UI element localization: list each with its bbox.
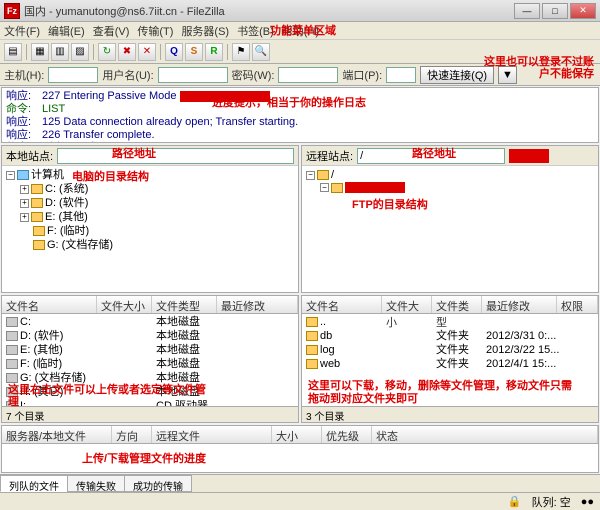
remote-tree-pane: 远程站点: 路径地址 −/ − FTP的目录结构	[301, 145, 599, 293]
local-file-list[interactable]: C:本地磁盘 D: (软件)本地磁盘 E: (其他)本地磁盘 F: (临时)本地…	[2, 314, 298, 406]
remote-tree[interactable]: −/ − FTP的目录结构	[302, 166, 598, 292]
queue-list[interactable]	[2, 444, 598, 472]
pass-input[interactable]	[278, 67, 338, 83]
tool-s[interactable]: S	[185, 43, 203, 61]
anno-rtree: FTP的目录结构	[352, 196, 428, 212]
user-input[interactable]	[158, 67, 228, 83]
tool-toggle-queue[interactable]: ▨	[71, 43, 89, 61]
tab-queued[interactable]: 列队的文件	[0, 475, 68, 492]
menubar: 文件(F) 编辑(E) 查看(V) 传输(T) 服务器(S) 书签(B) 帮助(…	[0, 22, 600, 40]
log-panel: 响应:227 Entering Passive Mode 命令:LIST 响应:…	[1, 87, 599, 143]
remote-path-input[interactable]	[357, 148, 505, 164]
toolbar: ▤ ▦ ▥ ▨ ↻ ✖ ✕ Q S R ⚑ 🔍	[0, 40, 600, 64]
remote-path-label: 远程站点:	[306, 148, 353, 164]
menu-view[interactable]: 查看(V)	[93, 23, 130, 39]
queue-status: 队列: 空	[532, 494, 571, 510]
tool-q[interactable]: Q	[165, 43, 183, 61]
tab-success[interactable]: 成功的传输	[124, 475, 192, 492]
tool-toggle-log[interactable]: ▦	[31, 43, 49, 61]
minimize-button[interactable]: —	[514, 3, 540, 19]
remote-file-pane: 文件名 文件大小 文件类型 最近修改 权限 .. db文件夹2012/3/31 …	[301, 295, 599, 423]
menu-file[interactable]: 文件(F)	[4, 23, 40, 39]
tool-toggle-tree[interactable]: ▥	[51, 43, 69, 61]
local-tree[interactable]: −计算机 +C: (系统) +D: (软件) +E: (其他) F: (临时) …	[2, 166, 298, 292]
tab-failed[interactable]: 传输失败	[67, 475, 125, 492]
quickconnect-dropdown[interactable]: ▼	[498, 66, 517, 84]
close-button[interactable]: ✕	[570, 3, 596, 19]
tool-disconnect[interactable]: ✕	[138, 43, 156, 61]
indicator-icon: ●●	[581, 496, 594, 508]
menu-server[interactable]: 服务器(S)	[181, 23, 229, 39]
col-filename[interactable]: 文件名	[2, 296, 97, 313]
remote-status: 3 个目录	[302, 406, 598, 422]
port-input[interactable]	[386, 67, 416, 83]
app-icon: Fz	[4, 3, 20, 19]
tool-sitemanager[interactable]: ▤	[4, 43, 22, 61]
tool-cancel[interactable]: ✖	[118, 43, 136, 61]
quickconnect-button[interactable]: 快速连接(Q)	[420, 66, 494, 84]
user-label: 用户名(U):	[102, 67, 153, 83]
menu-help[interactable]: 帮助(H)	[282, 23, 319, 39]
col-size[interactable]: 文件大小	[97, 296, 152, 313]
maximize-button[interactable]: □	[542, 3, 568, 19]
menu-transfer[interactable]: 传输(T)	[137, 23, 173, 39]
host-label: 主机(H):	[4, 67, 44, 83]
tool-refresh[interactable]: ↻	[98, 43, 116, 61]
col-mod[interactable]: 最近修改	[217, 296, 298, 313]
menu-edit[interactable]: 编辑(E)	[48, 23, 85, 39]
lock-icon: 🔒	[508, 495, 522, 508]
local-tree-pane: 本地站点: 路径地址 −计算机 +C: (系统) +D: (软件) +E: (其…	[1, 145, 299, 293]
local-status: 7 个目录	[2, 406, 298, 422]
statusbar: 🔒 队列: 空 ●●	[0, 492, 600, 510]
local-path-label: 本地站点:	[6, 148, 53, 164]
port-label: 端口(P):	[342, 67, 382, 83]
tool-filter[interactable]: ⚑	[232, 43, 250, 61]
queue-pane: 服务器/本地文件 方向 远程文件 大小 优先级 状态 上传/下载管理文件的进度	[1, 425, 599, 473]
titlebar: Fz 国内 - yumanutong@ns6.7iit.cn - FileZil…	[0, 0, 600, 22]
tool-r[interactable]: R	[205, 43, 223, 61]
tool-find[interactable]: 🔍	[252, 43, 270, 61]
col-type[interactable]: 文件类型	[152, 296, 217, 313]
window-title: 国内 - yumanutong@ns6.7iit.cn - FileZilla	[24, 3, 514, 19]
local-path-input[interactable]	[57, 148, 294, 164]
pass-label: 密码(W):	[232, 67, 275, 83]
local-file-pane: 文件名 文件大小 文件类型 最近修改 C:本地磁盘 D: (软件)本地磁盘 E:…	[1, 295, 299, 423]
menu-bookmark[interactable]: 书签(B)	[237, 23, 274, 39]
connection-bar: 主机(H): 用户名(U): 密码(W): 端口(P): 快速连接(Q) ▼	[0, 64, 600, 86]
host-input[interactable]	[48, 67, 98, 83]
remote-file-list[interactable]: .. db文件夹2012/3/31 0:... log文件夹2012/3/22 …	[302, 314, 598, 406]
queue-tabs: 列队的文件 传输失败 成功的传输	[0, 474, 600, 492]
